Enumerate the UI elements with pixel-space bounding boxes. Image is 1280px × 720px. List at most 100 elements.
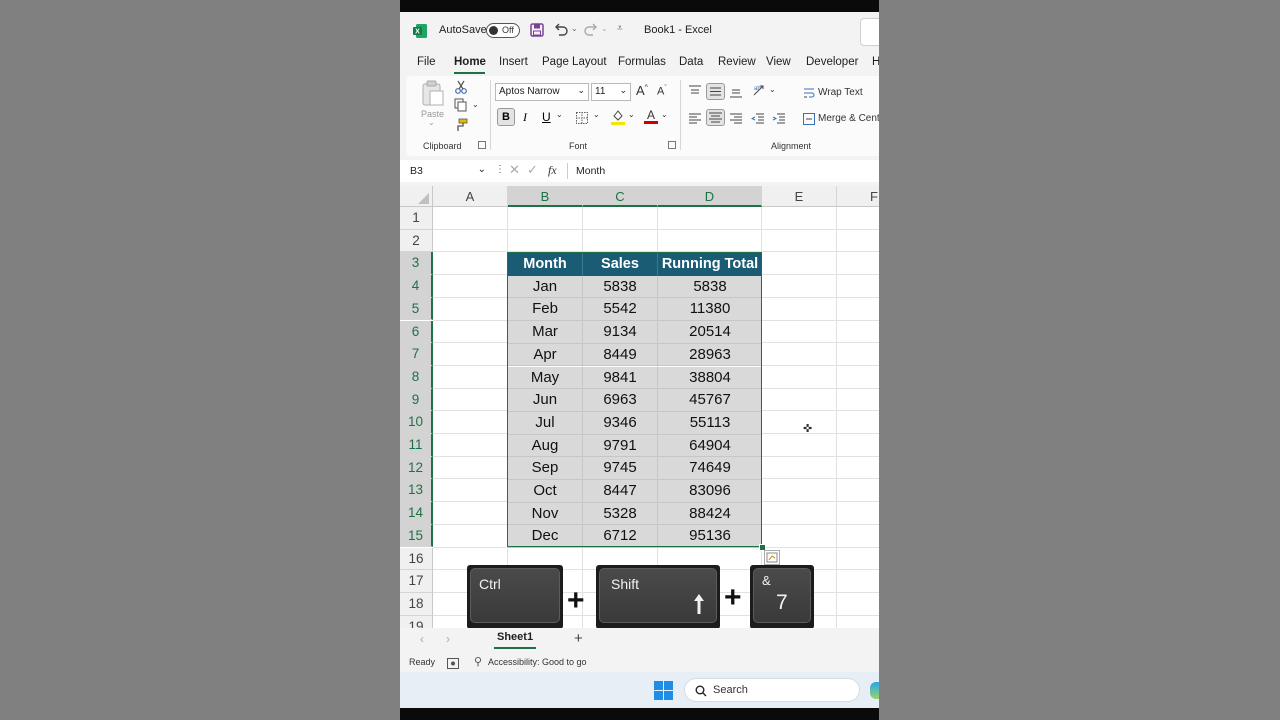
row-header-4[interactable]: 4 bbox=[400, 275, 433, 298]
row-header-16[interactable]: 16 bbox=[400, 547, 433, 571]
table-cell[interactable]: 88424 bbox=[658, 502, 762, 526]
table-cell[interactable]: 64904 bbox=[658, 434, 762, 458]
row-header-14[interactable]: 14 bbox=[400, 502, 433, 525]
copy-dropdown-icon[interactable]: ⌄ bbox=[472, 100, 479, 109]
column-header-c[interactable]: C bbox=[583, 186, 658, 207]
font-size-select[interactable]: 11 ⌄ bbox=[591, 83, 631, 101]
table-cell[interactable]: 8447 bbox=[583, 480, 658, 503]
more-options-icon[interactable]: ⋮ bbox=[495, 164, 505, 175]
table-cell[interactable]: Dec bbox=[508, 525, 583, 549]
accessibility-status[interactable]: Accessibility: Good to go bbox=[488, 657, 587, 667]
underline-dropdown-icon[interactable]: ⌄ bbox=[556, 110, 563, 119]
enter-icon[interactable]: ✓ bbox=[527, 162, 538, 178]
tab-data[interactable]: Data bbox=[679, 56, 703, 68]
insert-function-icon[interactable]: fx bbox=[548, 163, 557, 178]
paste-dropdown-icon[interactable]: ⌄ bbox=[428, 118, 435, 127]
table-cell[interactable]: 45767 bbox=[658, 389, 762, 412]
table-cell[interactable]: Jan bbox=[508, 275, 583, 299]
table-cell[interactable]: Sep bbox=[508, 457, 583, 480]
fill-color-icon[interactable] bbox=[611, 109, 625, 125]
table-cell[interactable]: 8449 bbox=[583, 343, 658, 367]
row-header-17[interactable]: 17 bbox=[400, 570, 433, 593]
table-cell[interactable]: Feb bbox=[508, 298, 583, 322]
table-cell[interactable]: 9745 bbox=[583, 457, 658, 480]
table-cell[interactable]: 9841 bbox=[583, 366, 658, 390]
table-cell[interactable]: 74649 bbox=[658, 457, 762, 480]
scroll-left-icon[interactable]: ‹ bbox=[420, 632, 424, 646]
table-cell[interactable]: 20514 bbox=[658, 321, 762, 344]
align-center-icon[interactable] bbox=[706, 109, 725, 126]
table-cell[interactable]: 9346 bbox=[583, 411, 658, 435]
cut-icon[interactable] bbox=[454, 80, 468, 94]
quick-analysis-icon[interactable] bbox=[764, 550, 780, 565]
clipboard-launcher-icon[interactable] bbox=[478, 141, 486, 149]
merge-center-icon[interactable] bbox=[803, 112, 815, 125]
underline-button[interactable]: U bbox=[542, 110, 551, 124]
sheet-tab-sheet1[interactable]: Sheet1 bbox=[497, 631, 533, 643]
bottom-align-icon[interactable] bbox=[729, 86, 743, 98]
redo-icon[interactable] bbox=[583, 22, 599, 38]
tab-file[interactable]: File bbox=[417, 56, 436, 68]
font-name-select[interactable]: Aptos Narrow ⌄ bbox=[495, 83, 589, 101]
row-header-11[interactable]: 11 bbox=[400, 434, 433, 457]
row-header-12[interactable]: 12 bbox=[400, 456, 433, 480]
align-right-icon[interactable] bbox=[729, 112, 743, 124]
row-header-13[interactable]: 13 bbox=[400, 479, 433, 503]
table-cell[interactable]: 38804 bbox=[658, 366, 762, 390]
row-header-18[interactable]: 18 bbox=[400, 592, 433, 616]
undo-icon[interactable] bbox=[553, 22, 569, 38]
tab-insert[interactable]: Insert bbox=[499, 56, 528, 68]
table-cell[interactable]: 6712 bbox=[583, 525, 658, 549]
font-color-dropdown-icon[interactable]: ⌄ bbox=[661, 110, 668, 119]
table-cell[interactable]: 5542 bbox=[583, 298, 658, 322]
grow-font-icon[interactable]: A^ bbox=[636, 83, 648, 98]
column-header-b[interactable]: B bbox=[508, 186, 583, 207]
table-cell[interactable]: Nov bbox=[508, 502, 583, 526]
shrink-font-icon[interactable]: Aˇ bbox=[657, 85, 667, 98]
row-header-6[interactable]: 6 bbox=[400, 320, 433, 344]
windows-start-icon[interactable] bbox=[654, 681, 673, 700]
tab-help[interactable]: H bbox=[872, 56, 879, 68]
row-header-5[interactable]: 5 bbox=[400, 297, 433, 321]
tab-page-layout[interactable]: Page Layout bbox=[542, 56, 607, 68]
paste-icon[interactable] bbox=[417, 80, 447, 106]
redo-dropdown-icon[interactable]: ⌄ bbox=[601, 24, 608, 33]
column-header-a[interactable]: A bbox=[433, 186, 508, 207]
fill-color-dropdown-icon[interactable]: ⌄ bbox=[628, 110, 635, 119]
format-painter-icon[interactable] bbox=[454, 118, 468, 132]
accessibility-icon[interactable]: ⚲ bbox=[474, 655, 482, 668]
wrap-text-icon[interactable] bbox=[803, 86, 815, 98]
column-header-d[interactable]: D bbox=[658, 186, 762, 207]
table-cell[interactable]: Jul bbox=[508, 411, 583, 435]
table-cell[interactable]: 5838 bbox=[658, 275, 762, 299]
row-header-8[interactable]: 8 bbox=[400, 365, 433, 389]
row-header-15[interactable]: 15 bbox=[400, 524, 433, 548]
bold-button[interactable]: B bbox=[497, 108, 515, 126]
worksheet-grid[interactable]: A B C D E F 1 2 3 4 5 6 7 8 9 10 11 12 13 14 15 16 17 18 1… bbox=[400, 186, 879, 639]
table-cell[interactable]: 11380 bbox=[658, 298, 762, 322]
table-cell[interactable]: Apr bbox=[508, 343, 583, 367]
borders-icon[interactable] bbox=[576, 111, 588, 124]
table-header-cell[interactable]: Running Total bbox=[658, 253, 762, 276]
table-cell[interactable]: Aug bbox=[508, 434, 583, 458]
align-left-icon[interactable] bbox=[688, 112, 702, 124]
data-table[interactable]: Month Sales Running Total Jan 5838 5838 Feb 554… bbox=[508, 253, 762, 549]
table-cell[interactable]: May bbox=[508, 366, 583, 390]
table-cell[interactable]: Oct bbox=[508, 480, 583, 503]
customize-toolbar-icon[interactable]: ⩡ bbox=[617, 23, 623, 34]
tab-formulas[interactable]: Formulas bbox=[618, 56, 666, 68]
select-all-corner[interactable] bbox=[400, 186, 433, 207]
font-color-icon[interactable]: A bbox=[644, 108, 658, 125]
top-align-icon[interactable] bbox=[688, 84, 702, 96]
italic-button[interactable]: I bbox=[523, 110, 527, 125]
table-cell[interactable]: 6963 bbox=[583, 389, 658, 412]
save-icon[interactable] bbox=[530, 23, 544, 37]
copy-icon[interactable] bbox=[454, 98, 468, 112]
row-header-9[interactable]: 9 bbox=[400, 388, 433, 412]
table-cell[interactable]: Mar bbox=[508, 321, 583, 344]
table-header-cell[interactable]: Month bbox=[508, 253, 583, 276]
search-box-partial[interactable] bbox=[860, 18, 879, 46]
cancel-icon[interactable]: ✕ bbox=[509, 162, 520, 178]
borders-dropdown-icon[interactable]: ⌄ bbox=[593, 110, 600, 119]
table-cell[interactable]: Jun bbox=[508, 389, 583, 412]
